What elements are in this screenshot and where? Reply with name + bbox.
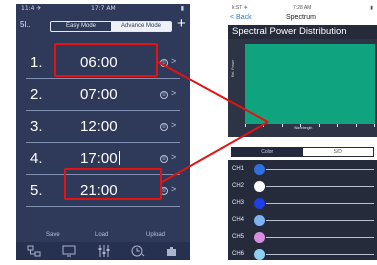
devices-icon[interactable] xyxy=(26,244,42,258)
status-bar: 11:4 ✈ 17:7 AM ▮ xyxy=(16,4,190,14)
chevron-right-icon[interactable]: > xyxy=(171,56,176,66)
slider-track[interactable] xyxy=(266,186,374,187)
slider-track[interactable] xyxy=(266,220,374,221)
puzzle-icon[interactable] xyxy=(164,244,180,258)
slider-thumb[interactable] xyxy=(254,181,265,192)
add-button[interactable]: + xyxy=(177,15,186,32)
sliders-icon[interactable] xyxy=(96,244,112,258)
slider-track[interactable] xyxy=(266,254,374,255)
row-divider xyxy=(26,110,180,111)
color-tab[interactable]: Color xyxy=(232,148,303,156)
status-bar: k:ST ✈ 7:28 AM ▮ xyxy=(228,4,377,13)
status-time: 7:28 AM xyxy=(293,5,312,11)
chevron-right-icon[interactable]: > xyxy=(171,184,176,194)
upload-button[interactable]: Upload xyxy=(146,232,165,238)
chevron-right-icon[interactable]: > xyxy=(171,152,176,162)
screen-icon[interactable] xyxy=(61,244,77,258)
row-number: 3. xyxy=(30,118,43,135)
highlight-box-row-5 xyxy=(64,168,162,200)
slider-thumb[interactable] xyxy=(254,164,265,175)
schedule-row[interactable]: 2. 07:00 ① > xyxy=(16,80,190,112)
timer-icon[interactable] xyxy=(130,244,146,258)
channel-label: CH3 xyxy=(232,200,245,206)
slider-track[interactable] xyxy=(266,237,374,238)
nav-bar: < Back Spectrum xyxy=(228,13,377,25)
slider-track[interactable] xyxy=(266,203,374,204)
spectrum-chart: Rel. Power Wavelength xyxy=(228,39,377,137)
channel-sliders: CH1 CH2 CH3 CH4 CH5 CH6 xyxy=(228,160,377,260)
advance-mode-tab[interactable]: Advance Mode xyxy=(111,22,171,31)
top-bar: 5l.. Easy Mode Advance Mode + xyxy=(16,14,190,36)
channel-slider[interactable]: CH2 xyxy=(228,179,377,196)
back-button[interactable]: 5l.. xyxy=(20,20,31,29)
mode-segmented-control: Easy Mode Advance Mode xyxy=(50,21,172,32)
save-button[interactable]: Save xyxy=(46,232,60,238)
schedule-row[interactable]: 3. 12:00 ① > xyxy=(16,112,190,144)
time-value[interactable]: 12:00 xyxy=(80,118,118,135)
time-value[interactable]: 07:00 xyxy=(80,86,118,103)
row-divider xyxy=(26,142,180,143)
tab-bar xyxy=(16,242,190,260)
channel-slider[interactable]: CH4 xyxy=(228,213,377,230)
channel-label: CH2 xyxy=(232,183,245,189)
channel-label: CH4 xyxy=(232,217,245,223)
battery-icon: ▮ xyxy=(370,5,373,11)
channel-slider[interactable]: CH1 xyxy=(228,162,377,179)
chart-x-axis-label: Wavelength xyxy=(294,126,313,130)
spectrum-plot-area xyxy=(245,44,375,124)
back-button[interactable]: < Back xyxy=(230,14,252,21)
sd-tab[interactable]: S/D xyxy=(302,148,373,156)
slider-track[interactable] xyxy=(266,169,374,170)
right-phone-screen: k:ST ✈ 7:28 AM ▮ < Back Spectrum Spectra… xyxy=(228,4,377,260)
chevron-right-icon[interactable]: > xyxy=(171,120,176,130)
row-number: 1. xyxy=(30,54,43,71)
channel-slider[interactable]: CH3 xyxy=(228,196,377,213)
slider-thumb[interactable] xyxy=(254,232,265,243)
info-icon[interactable]: ① xyxy=(160,59,168,67)
row-number: 5. xyxy=(30,182,43,199)
info-icon[interactable]: ① xyxy=(160,123,168,131)
slider-thumb[interactable] xyxy=(254,198,265,209)
channel-slider[interactable]: CH6 xyxy=(228,247,377,260)
channel-label: CH5 xyxy=(232,234,245,240)
battery-icon: ▮ xyxy=(180,5,184,12)
chart-header: Spectral Power Distribution xyxy=(228,25,377,39)
info-icon[interactable]: ① xyxy=(160,155,168,163)
slider-thumb[interactable] xyxy=(254,249,265,260)
status-time: 17:7 AM xyxy=(91,5,116,12)
channel-slider[interactable]: CH5 xyxy=(228,230,377,247)
page-title: Spectrum xyxy=(286,14,316,21)
row-divider xyxy=(26,206,180,207)
slider-thumb[interactable] xyxy=(254,215,265,226)
channel-label: CH1 xyxy=(232,166,245,172)
load-button[interactable]: Load xyxy=(95,232,108,238)
status-left: k:ST ✈ xyxy=(232,5,248,11)
status-left: 11:4 ✈ xyxy=(21,5,42,12)
easy-mode-tab[interactable]: Easy Mode xyxy=(51,22,111,31)
row-number: 2. xyxy=(30,86,43,103)
time-value[interactable]: 17:00 xyxy=(80,150,120,167)
mode-segmented-control: Color S/D xyxy=(231,147,374,157)
chart-y-axis-label: Rel. Power xyxy=(231,59,235,77)
row-number: 4. xyxy=(30,150,43,167)
highlight-box-row-1 xyxy=(54,43,158,77)
row-divider xyxy=(26,78,180,79)
channel-label: CH6 xyxy=(232,251,245,257)
info-icon[interactable]: ① xyxy=(160,91,168,99)
chevron-right-icon[interactable]: > xyxy=(171,88,176,98)
